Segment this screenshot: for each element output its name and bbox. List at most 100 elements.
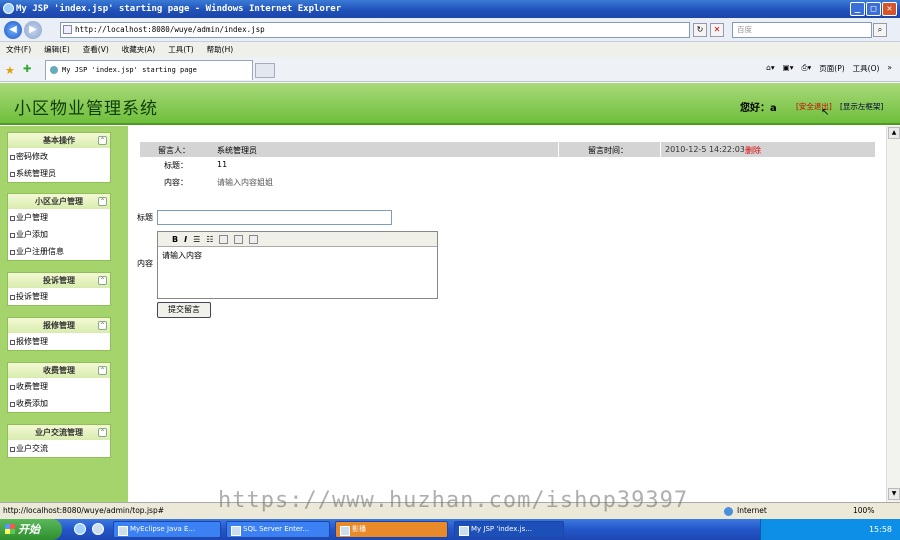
- collapse-icon[interactable]: ^: [98, 276, 107, 285]
- menu-help[interactable]: 帮助(H): [207, 44, 234, 55]
- quicklaunch-ie-icon[interactable]: [74, 523, 86, 535]
- search-input[interactable]: 百度: [732, 22, 872, 38]
- group-header[interactable]: 基本操作 ^: [8, 133, 110, 148]
- toggle-frame-link[interactable]: [显示左框架]: [840, 101, 883, 112]
- unordered-list-icon[interactable]: ☷: [206, 235, 213, 244]
- divider: [660, 142, 661, 157]
- overflow-icon[interactable]: »: [887, 63, 892, 74]
- stop-icon[interactable]: ✕: [710, 23, 724, 37]
- collapse-icon[interactable]: ^: [98, 366, 107, 375]
- add-favorite-icon[interactable]: ✚: [23, 64, 31, 75]
- group-header[interactable]: 业户交流管理 ^: [8, 425, 110, 440]
- system-tray: 15:58: [760, 519, 900, 540]
- page-icon: [63, 25, 72, 34]
- tab-bar: ★ ✚ My JSP 'index.jsp' starting page ⌂▾ …: [0, 57, 900, 82]
- group-header[interactable]: 小区业户管理 ^: [8, 194, 110, 209]
- bold-icon[interactable]: B: [172, 235, 178, 244]
- quicklaunch-desktop-icon[interactable]: [92, 523, 104, 535]
- sidebar-item-repairs[interactable]: 报修管理: [8, 333, 110, 350]
- menu-group-communication: 业户交流管理 ^ 业户交流: [7, 424, 111, 458]
- divider: [558, 142, 559, 157]
- menu-group-residents: 小区业户管理 ^ 业户管理 业户添加 业户注册信息: [7, 193, 111, 261]
- rich-text-editor[interactable]: B I ☰ ☷ 请输入内容: [157, 231, 438, 299]
- group-header[interactable]: 报修管理 ^: [8, 318, 110, 333]
- taskbar: 开始 MyEclipse Java E... SQL Server Enter.…: [0, 519, 900, 540]
- collapse-icon[interactable]: ^: [98, 197, 107, 206]
- address-text: http://localhost:8080/wuye/admin/index.j…: [75, 25, 265, 34]
- sidebar-item-resident-register[interactable]: 业户注册信息: [8, 243, 110, 260]
- submit-button[interactable]: 提交留言: [157, 302, 211, 318]
- feeds-icon[interactable]: ▣▾: [783, 63, 794, 74]
- address-toolbar: ◀ ▶ http://localhost:8080/wuye/admin/ind…: [0, 18, 900, 42]
- editor-text[interactable]: 请输入内容: [158, 247, 437, 264]
- sidebar-item-communication[interactable]: 业户交流: [8, 440, 110, 457]
- tab-ie-icon: [50, 66, 58, 74]
- minimize-button[interactable]: _: [850, 2, 865, 16]
- collapse-icon[interactable]: ^: [98, 321, 107, 330]
- menu-tools[interactable]: 工具(T): [168, 44, 193, 55]
- forward-button[interactable]: ▶: [24, 21, 42, 39]
- task-myeclipse[interactable]: MyEclipse Java E...: [113, 521, 221, 538]
- sidebar-item-admin[interactable]: 系统管理员: [8, 165, 110, 182]
- command-bar: ⌂▾ ▣▾ ⎙▾ 页面(P) 工具(O) »: [766, 63, 892, 74]
- page-header: 小区物业管理系统 您好：a [安全退出] [显示左框架] ↖: [0, 83, 900, 125]
- menu-group-complaints: 投诉管理 ^ 投诉管理: [7, 272, 111, 306]
- task-ie[interactable]: My JSP 'index.js...: [454, 521, 564, 538]
- window-title-bar: My JSP 'index.jsp' starting page - Windo…: [0, 0, 900, 18]
- msg-title-value: 11: [217, 160, 228, 169]
- menu-edit[interactable]: 编辑(E): [44, 44, 70, 55]
- ie-icon: [3, 3, 14, 14]
- link-icon[interactable]: [219, 234, 229, 244]
- italic-icon[interactable]: I: [184, 235, 187, 244]
- group-header[interactable]: 收费管理 ^: [8, 363, 110, 378]
- msg-content-label: 内容：: [164, 178, 188, 187]
- maximize-button[interactable]: □: [866, 2, 881, 16]
- title-input[interactable]: [157, 210, 392, 225]
- zoom-level[interactable]: 100%: [853, 503, 874, 519]
- task-sqlserver[interactable]: SQL Server Enter...: [226, 521, 330, 538]
- scroll-up-icon[interactable]: ▲: [888, 127, 900, 139]
- scroll-down-icon[interactable]: ▼: [888, 488, 900, 500]
- refresh-icon[interactable]: ↻: [693, 23, 707, 37]
- tools-menu[interactable]: 工具(O): [853, 63, 880, 74]
- sidebar-item-complaints[interactable]: 投诉管理: [8, 288, 110, 305]
- time-value: 2010-12-5 14:22:03: [665, 145, 745, 154]
- delete-link[interactable]: 删除: [745, 145, 761, 156]
- time-label: 留言时间：: [588, 146, 628, 155]
- start-button[interactable]: 开始: [0, 519, 62, 540]
- mouse-cursor-icon: ↖: [821, 107, 830, 118]
- collapse-icon[interactable]: ^: [98, 136, 107, 145]
- page-scrollbar[interactable]: ▲ ▼: [886, 126, 900, 502]
- menu-group-repairs: 报修管理 ^ 报修管理: [7, 317, 111, 351]
- globe-icon: [724, 507, 733, 516]
- menu-file[interactable]: 文件(F): [6, 44, 31, 55]
- help-icon[interactable]: [249, 234, 259, 244]
- sidebar-item-fee-manage[interactable]: 收费管理: [8, 378, 110, 395]
- back-button[interactable]: ◀: [4, 21, 22, 39]
- favorites-star-icon[interactable]: ★: [5, 64, 15, 77]
- collapse-icon[interactable]: ^: [98, 428, 107, 437]
- editor-toolbar: B I ☰ ☷: [158, 232, 437, 247]
- sidebar-item-password[interactable]: 密码修改: [8, 148, 110, 165]
- task-player[interactable]: 影播: [335, 521, 448, 538]
- watermark: https://www.huzhan.com/ishop39397: [218, 488, 689, 513]
- tab-current[interactable]: My JSP 'index.jsp' starting page: [45, 60, 253, 80]
- new-tab-button[interactable]: [255, 63, 275, 78]
- ordered-list-icon[interactable]: ☰: [193, 235, 200, 244]
- sidebar-item-fee-add[interactable]: 收费添加: [8, 395, 110, 412]
- author-label: 留言人：: [158, 146, 190, 155]
- print-icon[interactable]: ⎙▾: [802, 63, 812, 74]
- page-menu[interactable]: 页面(P): [819, 63, 844, 74]
- sidebar-item-resident-add[interactable]: 业户添加: [8, 226, 110, 243]
- search-icon[interactable]: ⌕: [873, 23, 887, 37]
- address-bar[interactable]: http://localhost:8080/wuye/admin/index.j…: [60, 22, 690, 38]
- sidebar-item-resident-manage[interactable]: 业户管理: [8, 209, 110, 226]
- image-icon[interactable]: [234, 234, 244, 244]
- site-title: 小区物业管理系统: [14, 99, 158, 119]
- close-button[interactable]: ✕: [882, 2, 897, 16]
- home-icon[interactable]: ⌂▾: [766, 63, 775, 74]
- menu-favorites[interactable]: 收藏夹(A): [122, 44, 155, 55]
- group-header[interactable]: 投诉管理 ^: [8, 273, 110, 288]
- clock[interactable]: 15:58: [869, 525, 892, 534]
- menu-view[interactable]: 查看(V): [83, 44, 109, 55]
